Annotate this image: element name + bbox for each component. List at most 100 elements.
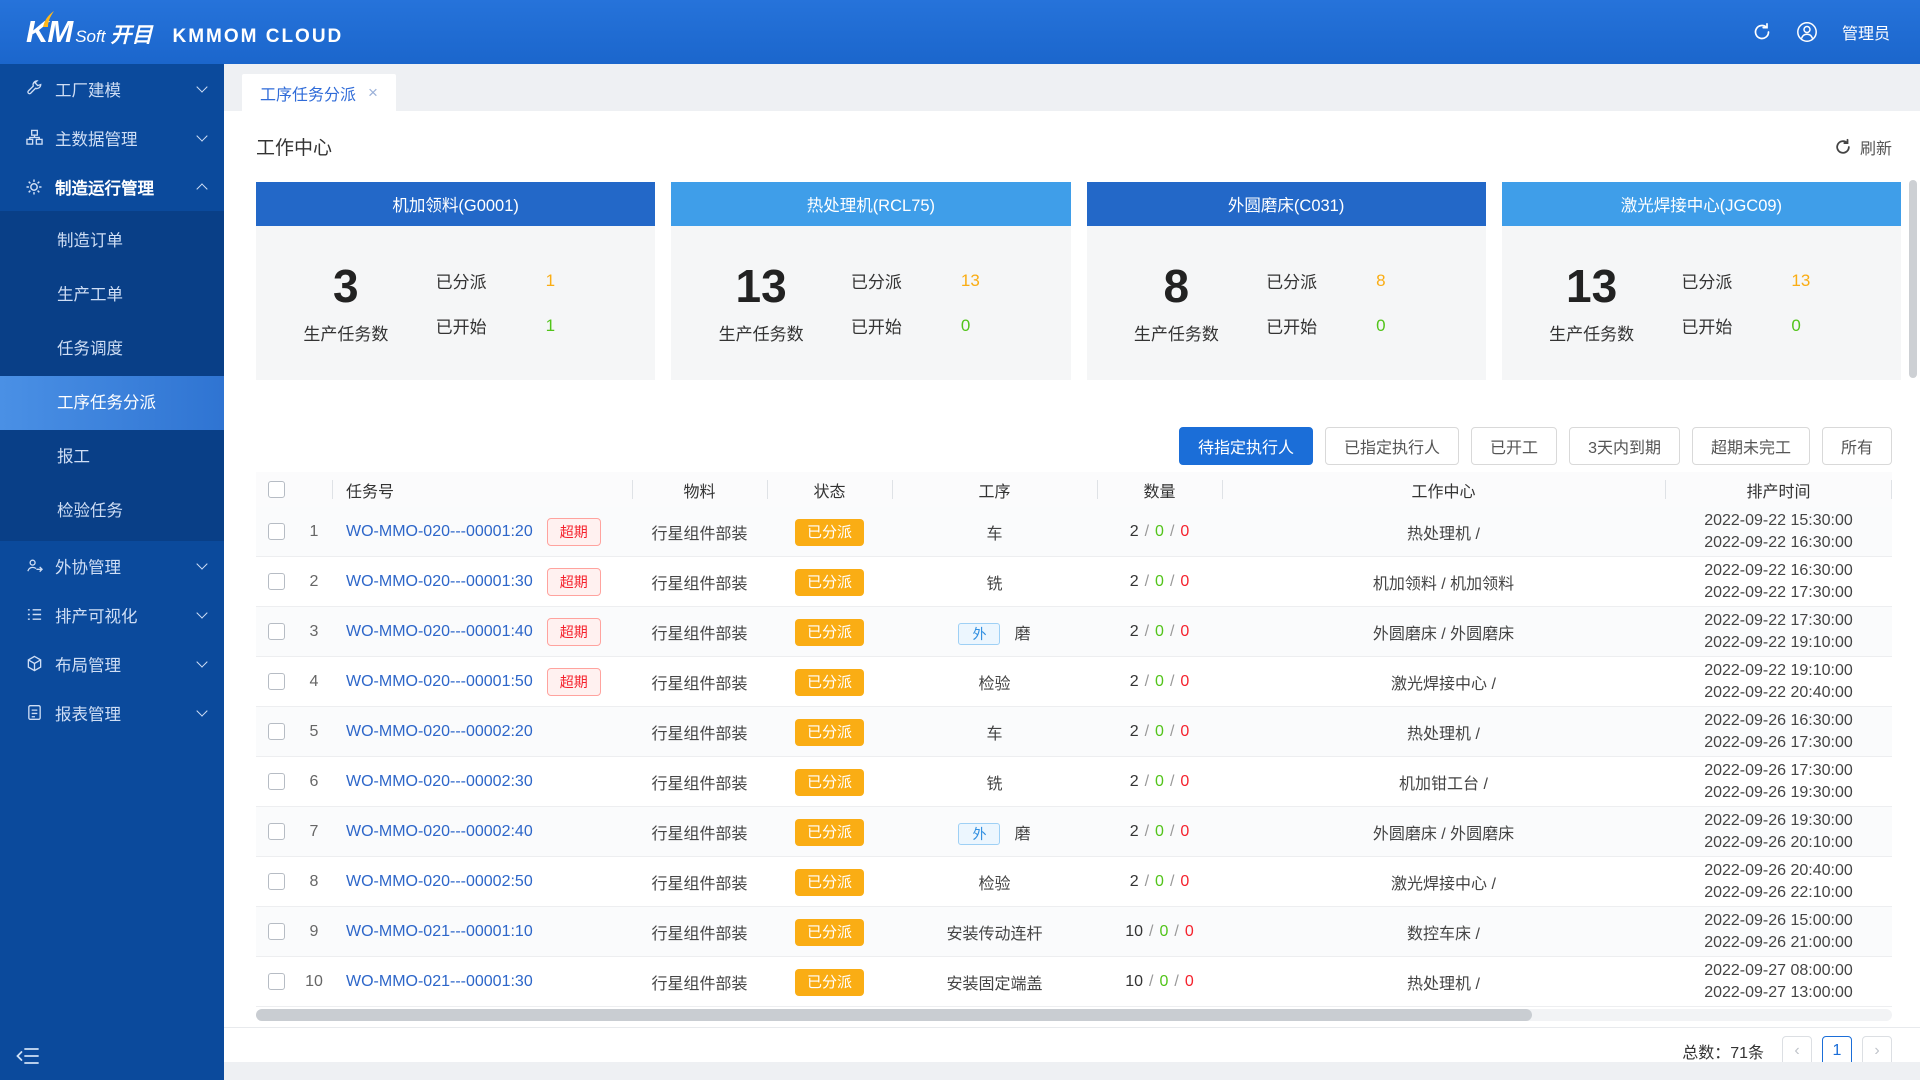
row-checkbox[interactable] bbox=[267, 573, 285, 590]
workcenter-card-title[interactable]: 热处理机(RCL75) bbox=[671, 182, 1071, 226]
material-cell: 行星组件部装 bbox=[651, 825, 748, 843]
row-checkbox[interactable] bbox=[267, 973, 285, 990]
task-number-link[interactable]: WO-MMO-021---00001:30 bbox=[346, 973, 533, 991]
prev-page-button[interactable]: ‹ bbox=[1782, 1035, 1812, 1062]
row-index: 3 bbox=[309, 622, 319, 640]
sidebar-item-factory-modeling[interactable]: 工厂建模 bbox=[0, 64, 224, 113]
row-checkbox[interactable] bbox=[267, 673, 285, 690]
task-number-link[interactable]: WO-MMO-020---00002:50 bbox=[346, 873, 533, 891]
chevron-down-icon bbox=[196, 81, 208, 93]
table-footer: 总数：71条 ‹ 1 › bbox=[224, 1027, 1920, 1062]
status-badge: 已分派 bbox=[794, 619, 864, 646]
row-checkbox[interactable] bbox=[267, 623, 285, 640]
workcenter-card-title[interactable]: 外圆磨床(C031) bbox=[1086, 182, 1486, 226]
sidebar-item-layout-management[interactable]: 布局管理 bbox=[0, 639, 224, 688]
process-cell: 检验 bbox=[978, 875, 1011, 893]
workcenter-card-title[interactable]: 机加领料(G0001) bbox=[256, 182, 656, 226]
task-number-link[interactable]: WO-MMO-020---00001:50 bbox=[346, 673, 533, 691]
task-count: 13 bbox=[1565, 260, 1618, 313]
started-label: 已开始 bbox=[1681, 318, 1733, 337]
status-badge: 已分派 bbox=[794, 519, 864, 546]
task-number-link[interactable]: WO-MMO-020---00002:40 bbox=[346, 823, 533, 841]
sidebar-item-process-task-dispatch[interactable]: 工序任务分派 bbox=[0, 376, 224, 430]
row-checkbox[interactable] bbox=[267, 523, 285, 540]
filter-due-3days[interactable]: 3天内到期 bbox=[1569, 427, 1680, 465]
row-checkbox[interactable] bbox=[267, 823, 285, 840]
table-row[interactable]: 10 WO-MMO-021---00001:30 行星组件部装 已分派 安装固定… bbox=[256, 957, 1892, 1007]
horizontal-scrollbar[interactable] bbox=[256, 1009, 1892, 1021]
table-row[interactable]: 2 WO-MMO-020---00001:30 超期 行星组件部装 已分派 铣 2… bbox=[256, 557, 1892, 607]
task-count-label: 生产任务数 bbox=[718, 324, 804, 344]
refresh-page-icon[interactable] bbox=[1752, 22, 1772, 42]
workcenter-card-title[interactable]: 激光焊接中心(JGC09) bbox=[1501, 182, 1901, 226]
row-checkbox[interactable] bbox=[267, 723, 285, 740]
column-process: 工序 bbox=[892, 472, 1097, 507]
sidebar-item-work-report[interactable]: 报工 bbox=[0, 430, 224, 484]
qty-cell: 2/0/0 bbox=[1129, 872, 1190, 890]
filter-started[interactable]: 已开工 bbox=[1471, 427, 1558, 465]
status-badge: 已分派 bbox=[794, 569, 864, 596]
table-header: 任务号 物料 状态 工序 数量 工作中心 排产时间 bbox=[256, 472, 1892, 507]
filter-all[interactable]: 所有 bbox=[1821, 427, 1892, 465]
table-row[interactable]: 8 WO-MMO-020---00002:50 行星组件部装 已分派 检验 2/… bbox=[256, 857, 1892, 907]
filter-assigned-executor[interactable]: 已指定执行人 bbox=[1325, 427, 1460, 465]
sidebar-item-production-workorder[interactable]: 生产工单 bbox=[0, 268, 224, 322]
sidebar-item-manufacturing-order[interactable]: 制造订单 bbox=[0, 214, 224, 268]
started-count: 0 bbox=[1791, 315, 1801, 335]
table-row[interactable]: 1 WO-MMO-020---00001:20 超期 行星组件部装 已分派 车 2… bbox=[256, 507, 1892, 557]
close-icon[interactable]: × bbox=[368, 83, 378, 103]
sidebar-item-schedule-visualization[interactable]: 排产可视化 bbox=[0, 590, 224, 639]
started-count: 1 bbox=[545, 315, 556, 335]
filter-overdue[interactable]: 超期未完工 bbox=[1691, 427, 1810, 465]
refresh-button[interactable]: 刷新 bbox=[1834, 135, 1892, 159]
task-number-link[interactable]: WO-MMO-020---00002:30 bbox=[346, 773, 533, 791]
column-schedule: 排产时间 bbox=[1665, 472, 1892, 507]
started-label: 已开始 bbox=[1266, 318, 1318, 337]
table-row[interactable]: 5 WO-MMO-020---00002:20 行星组件部装 已分派 车 2/0… bbox=[256, 707, 1892, 757]
sidebar-item-task-scheduling[interactable]: 任务调度 bbox=[0, 322, 224, 376]
assigned-count: 8 bbox=[1376, 270, 1386, 290]
sidebar-item-master-data[interactable]: 主数据管理 bbox=[0, 113, 224, 162]
table-row[interactable]: 9 WO-MMO-021---00001:10 行星组件部装 已分派 安装传动连… bbox=[256, 907, 1892, 957]
qty-cell: 2/0/0 bbox=[1129, 772, 1190, 790]
table-row[interactable]: 3 WO-MMO-020---00001:40 超期 行星组件部装 已分派 外磨 … bbox=[256, 607, 1892, 657]
workcenter-cell: 外圆磨床 / 外圆磨床 bbox=[1372, 825, 1515, 843]
row-checkbox[interactable] bbox=[267, 923, 285, 940]
task-number-link[interactable]: WO-MMO-020---00002:20 bbox=[346, 723, 533, 741]
task-number-link[interactable]: WO-MMO-021---00001:10 bbox=[346, 923, 533, 941]
user-name[interactable]: 管理员 bbox=[1842, 20, 1890, 44]
tab-process-task-dispatch[interactable]: 工序任务分派 × bbox=[242, 74, 396, 111]
sidebar-item-manufacturing-ops[interactable]: 制造运行管理 bbox=[0, 162, 224, 211]
schedule-cell: 2022-09-22 15:30:00 2022-09-22 16:30:00 bbox=[1704, 511, 1853, 551]
task-number-link[interactable]: WO-MMO-020---00001:20 bbox=[346, 523, 533, 541]
table-row[interactable]: 4 WO-MMO-020---00001:50 超期 行星组件部装 已分派 检验 … bbox=[256, 657, 1892, 707]
row-index: 10 bbox=[305, 972, 323, 990]
collapse-sidebar-icon[interactable] bbox=[16, 1046, 44, 1070]
schedule-cell: 2022-09-22 17:30:00 2022-09-22 19:10:00 bbox=[1704, 611, 1853, 651]
select-all-checkbox[interactable] bbox=[267, 481, 285, 498]
logo-flame-icon bbox=[43, 11, 54, 27]
user-avatar-icon[interactable] bbox=[1796, 21, 1818, 43]
task-count-label: 生产任务数 bbox=[1549, 324, 1635, 344]
qty-cell: 2/0/0 bbox=[1129, 822, 1190, 840]
row-checkbox[interactable] bbox=[267, 873, 285, 890]
outsource-icon bbox=[24, 556, 44, 576]
sidebar-item-report-management[interactable]: 报表管理 bbox=[0, 688, 224, 737]
workcenter-cell: 外圆磨床 / 外圆磨床 bbox=[1372, 625, 1515, 643]
next-page-button[interactable]: › bbox=[1862, 1035, 1892, 1062]
tab-label: 工序任务分派 bbox=[260, 86, 357, 104]
sidebar-item-inspection-task[interactable]: 检验任务 bbox=[0, 484, 224, 538]
filter-pending-executor[interactable]: 待指定执行人 bbox=[1179, 427, 1314, 465]
vertical-scrollbar-thumb[interactable] bbox=[1909, 180, 1917, 378]
workcenter-cards: 机加领料(G0001) 3 生产任务数 已分派 1 已开始 1 热处理机(RCL75… bbox=[256, 182, 1901, 380]
assigned-count: 1 bbox=[545, 270, 556, 290]
sidebar-item-outsourcing[interactable]: 外协管理 bbox=[0, 541, 224, 590]
table-row[interactable]: 7 WO-MMO-020---00002:40 行星组件部装 已分派 外磨 2/… bbox=[256, 807, 1892, 857]
status-badge: 已分派 bbox=[794, 969, 864, 996]
table-row[interactable]: 6 WO-MMO-020---00002:30 行星组件部装 已分派 铣 2/0… bbox=[256, 757, 1892, 807]
horizontal-scrollbar-thumb[interactable] bbox=[256, 1009, 1533, 1021]
task-number-link[interactable]: WO-MMO-020---00001:30 bbox=[346, 573, 533, 591]
task-number-link[interactable]: WO-MMO-020---00001:40 bbox=[346, 623, 533, 641]
row-checkbox[interactable] bbox=[267, 773, 285, 790]
page-number-button[interactable]: 1 bbox=[1822, 1035, 1852, 1062]
